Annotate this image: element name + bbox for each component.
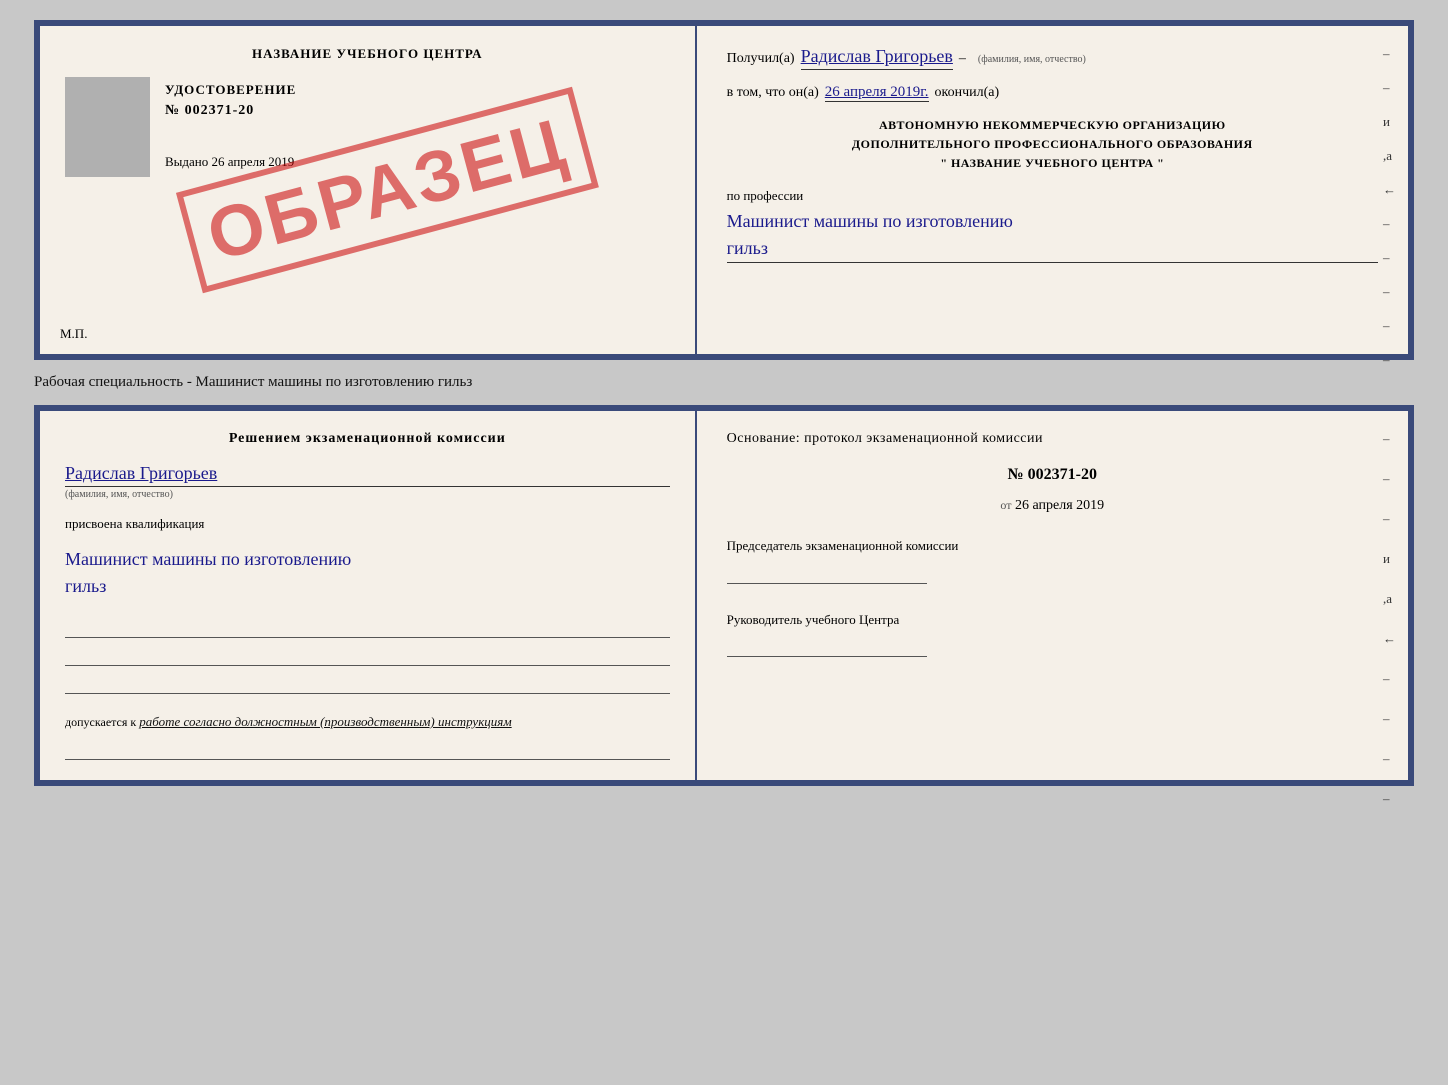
dopuskaetsya-line: допускается к работе согласно должностны…: [65, 714, 670, 730]
profession-handwritten: Машинист машины по изготовлению гильз: [727, 208, 1378, 263]
fio-caption: (фамилия, имя, отчество): [978, 54, 1086, 65]
cert-stamp-area: УДОСТОВЕРЕНИЕ № 002371-20 Выдано 26 апре…: [65, 77, 670, 177]
rukavod-title: Руководитель учебного Центра: [727, 610, 1378, 630]
chairman-title: Председатель экзаменационной комиссии: [727, 536, 1378, 556]
dopuskaetsya-prefix: допускается к: [65, 715, 136, 729]
org-line1: АВТОНОМНУЮ НЕКОММЕРЧЕСКУЮ ОРГАНИЗАЦИЮ: [727, 116, 1378, 135]
mp-line: М.П.: [60, 326, 87, 342]
specialty-label: Рабочая специальность - Машинист машины …: [34, 370, 472, 395]
bottom-name-line: Радислав Григорьев (фамилия, имя, отчест…: [65, 463, 670, 500]
training-center-title: НАЗВАНИЕ УЧЕБНОГО ЦЕНТРА: [65, 46, 670, 62]
org-name-block: АВТОНОМНУЮ НЕКОММЕРЧЕСКУЮ ОРГАНИЗАЦИЮ ДО…: [727, 116, 1378, 174]
right-dashes-bottom: – – – и ,а ← – – – –: [1383, 431, 1396, 807]
right-side-dashes: – – и ,а ← – – – – –: [1383, 46, 1396, 368]
issued-label: Выдано: [165, 154, 208, 169]
bottom-fio-caption: (фамилия, имя, отчество): [65, 489, 670, 500]
bottom-person-name: Радислав Григорьев: [65, 463, 670, 487]
issued-date: 26 апреля 2019: [212, 154, 295, 169]
vtom-line: в том, что он(а) 26 апреля 2019г. окончи…: [727, 84, 1378, 102]
photo-placeholder: [65, 77, 150, 177]
top-doc-right: Получил(а) Радислав Григорьев – (фамилия…: [697, 26, 1408, 354]
dash1: –: [959, 51, 966, 67]
chairman-signature-line: [727, 560, 927, 584]
decision-title: Решением экзаменационной комиссии: [65, 431, 670, 447]
ot-prefix: от: [1000, 498, 1011, 512]
protocol-number: № 002371-20: [727, 466, 1378, 484]
bottom-doc-right: Основание: протокол экзаменационной коми…: [697, 411, 1408, 780]
okonchil: окончил(а): [935, 85, 1000, 101]
qualification-handwritten: Машинист машины по изготовлению гильз: [65, 546, 670, 600]
cert-title-text: УДОСТОВЕРЕНИЕ: [165, 82, 296, 98]
bottom-line-3: [65, 674, 670, 694]
received-line: Получил(а) Радислав Григорьев – (фамилия…: [727, 46, 1378, 70]
cert-number: № 002371-20: [165, 103, 296, 119]
org-line2: ДОПОЛНИТЕЛЬНОГО ПРОФЕССИОНАЛЬНОГО ОБРАЗО…: [727, 135, 1378, 154]
issued-line: Выдано 26 апреля 2019: [165, 154, 296, 170]
rukavod-block: Руководитель учебного Центра: [727, 610, 1378, 658]
protocol-date-value: 26 апреля 2019: [1015, 498, 1104, 513]
top-document: НАЗВАНИЕ УЧЕБНОГО ЦЕНТРА УДОСТОВЕРЕНИЕ №…: [34, 20, 1414, 360]
vtom-prefix: в том, что он(а): [727, 85, 819, 101]
bottom-lines: [65, 618, 670, 694]
bottom-doc-left: Решением экзаменационной комиссии Радисл…: [40, 411, 697, 780]
profession-block: по профессии Машинист машины по изготовл…: [727, 188, 1378, 263]
qualification-label: присвоена квалификация: [65, 516, 670, 532]
bottom-document: Решением экзаменационной комиссии Радисл…: [34, 405, 1414, 786]
vtom-date: 26 апреля 2019г.: [825, 84, 929, 102]
bottom-line-last: [65, 740, 670, 760]
recipient-name: Радислав Григорьев: [801, 46, 953, 70]
received-prefix: Получил(а): [727, 51, 795, 67]
bottom-line-1: [65, 618, 670, 638]
cert-details: УДОСТОВЕРЕНИЕ № 002371-20 Выдано 26 апре…: [165, 77, 296, 170]
document-wrapper: НАЗВАНИЕ УЧЕБНОГО ЦЕНТРА УДОСТОВЕРЕНИЕ №…: [34, 20, 1414, 786]
dopuskaetsya-text: работе согласно должностным (производств…: [139, 714, 511, 729]
profession-label: по профессии: [727, 188, 804, 203]
bottom-line-2: [65, 646, 670, 666]
org-line3: " НАЗВАНИЕ УЧЕБНОГО ЦЕНТРА ": [727, 154, 1378, 173]
top-doc-left: НАЗВАНИЕ УЧЕБНОГО ЦЕНТРА УДОСТОВЕРЕНИЕ №…: [40, 26, 697, 354]
osnovanye-title: Основание: протокол экзаменационной коми…: [727, 431, 1378, 447]
rukavod-signature-line: [727, 633, 927, 657]
protocol-date: от 26 апреля 2019: [727, 498, 1378, 514]
chairman-block: Председатель экзаменационной комиссии: [727, 536, 1378, 584]
